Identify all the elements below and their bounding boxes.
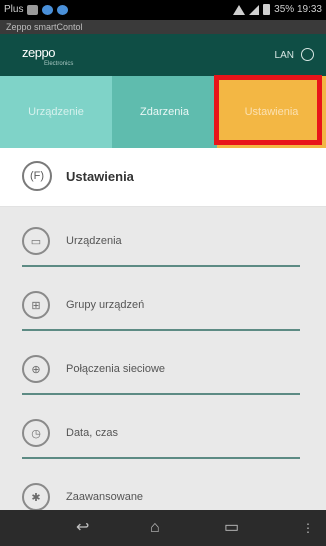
menu-item-devices[interactable]: ▭ Urządzenia: [0, 207, 326, 271]
menu-item-label: Data, czas: [66, 427, 118, 439]
devices-icon: ▭: [22, 227, 50, 255]
menu-item-date-time[interactable]: ◷ Data, czas: [0, 399, 326, 463]
menu-item-label: Urządzenia: [66, 235, 122, 247]
back-icon[interactable]: ↩: [76, 519, 89, 537]
tab-events[interactable]: Zdarzenia: [112, 76, 217, 148]
navigation-bar: ↩ ⌂ ▭ ⋮: [0, 510, 326, 546]
battery-icon: [263, 4, 271, 15]
tab-settings[interactable]: Ustawienia: [217, 76, 326, 148]
tab-bar: Urządzenie Zdarzenia Ustawienia: [0, 76, 326, 148]
home-icon[interactable]: ⌂: [150, 519, 160, 537]
clock-icon: ◷: [22, 419, 50, 447]
globe-icon: [57, 4, 69, 15]
wifi-icon: [233, 4, 246, 15]
network-icon: ⊕: [22, 355, 50, 383]
settings-icon: (F): [22, 161, 52, 191]
device-groups-icon: ⊞: [22, 291, 50, 319]
menu-item-label: Połączenia sieciowe: [66, 363, 166, 375]
signal-icon: [249, 4, 260, 15]
recent-apps-icon[interactable]: ▭: [224, 519, 239, 537]
carrier-label: Plus: [4, 4, 24, 15]
divider: [22, 329, 300, 331]
window-title: Zeppo smartContol: [0, 20, 326, 34]
menu-item-label: Grupy urządzeń: [66, 299, 145, 311]
menu-item-network[interactable]: ⊕ Połączenia sieciowe: [0, 335, 326, 399]
status-bar: Plus 35% 19:33: [0, 0, 326, 20]
image-icon: [27, 4, 39, 15]
overflow-menu-icon[interactable]: ⋮: [302, 519, 314, 537]
advanced-icon: ✱: [22, 483, 50, 510]
settings-header: (F) Ustawienia: [0, 148, 326, 207]
menu-item-device-groups[interactable]: ⊞ Grupy urządzeń: [0, 271, 326, 335]
divider: [22, 393, 300, 395]
battery-time: 35% 19:33: [274, 4, 322, 15]
divider: [22, 457, 300, 459]
divider: [22, 265, 300, 267]
settings-menu: ▭ Urządzenia ⊞ Grupy urządzeń ⊕ Połączen…: [0, 207, 326, 510]
app-logo-sub: Electronics: [44, 61, 74, 67]
connection-label: LAN: [274, 50, 294, 61]
app-header: zeppo Electronics LAN: [0, 34, 326, 76]
page-title: Ustawienia: [66, 169, 134, 184]
sync-icon: [42, 4, 54, 15]
tab-devices[interactable]: Urządzenie: [0, 76, 112, 148]
menu-item-advanced[interactable]: ✱ Zaawansowane: [0, 463, 326, 510]
connection-status-icon[interactable]: [301, 48, 314, 61]
menu-item-label: Zaawansowane: [66, 491, 144, 503]
app-logo: zeppo: [22, 45, 55, 60]
settings-icon-text: (F): [29, 170, 45, 182]
